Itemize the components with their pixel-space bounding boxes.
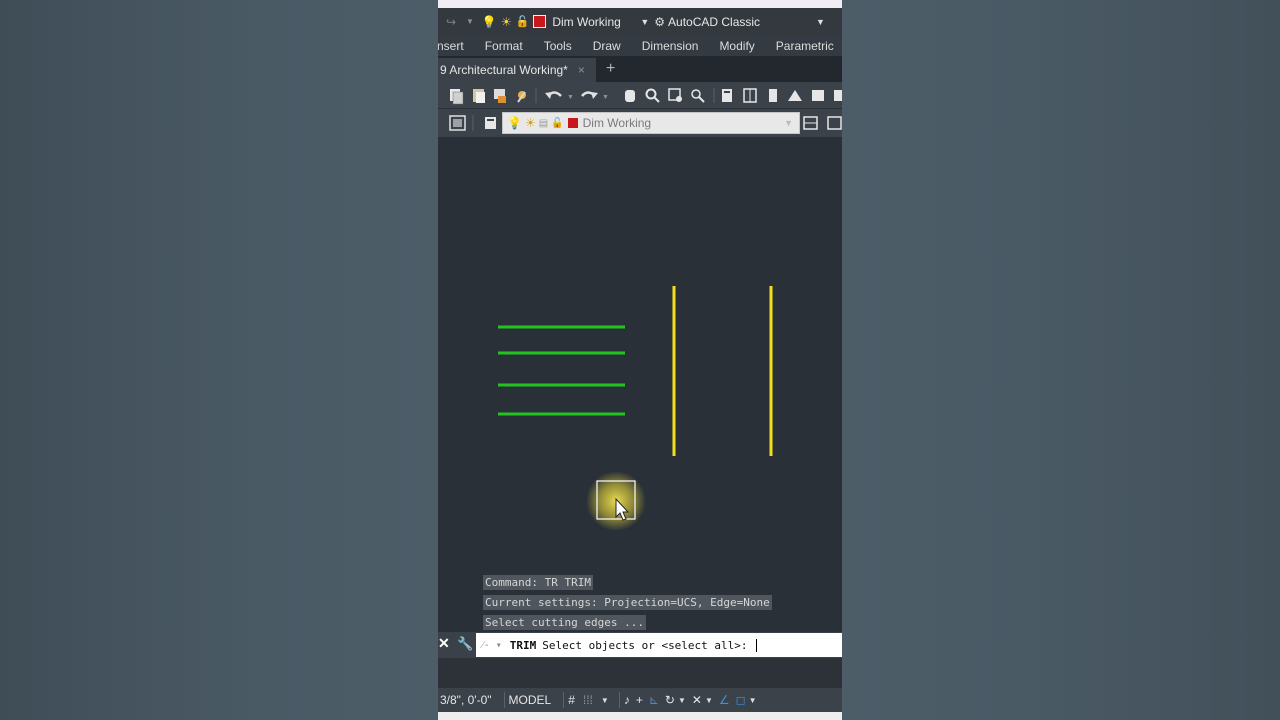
lock-icon[interactable]: 🔓 <box>551 118 563 129</box>
dropdown-arrow-icon[interactable]: ▼ <box>466 17 474 26</box>
status-separator <box>563 692 565 708</box>
snap-icon[interactable]: ⁞⁞⁞ <box>583 693 593 707</box>
layer-previous-icon[interactable] <box>449 115 466 131</box>
sheet-set-icon[interactable] <box>788 90 802 101</box>
lock-icon[interactable]: 🔓 <box>516 15 530 28</box>
markup-icon[interactable] <box>812 90 824 101</box>
viewport-freeze-icon[interactable]: ▤ <box>539 118 548 129</box>
redo-icon[interactable]: ↪ <box>438 15 466 29</box>
zoom-realtime-icon[interactable] <box>645 88 660 103</box>
workspace-dropdown-arrow-icon[interactable]: ▼ <box>816 17 825 27</box>
redo-icon[interactable] <box>581 91 598 99</box>
undo-icon[interactable] <box>545 91 562 99</box>
layout-tabs-area <box>438 658 842 688</box>
freeze-sun-icon[interactable]: ☀ <box>525 116 536 130</box>
new-tab-icon[interactable]: + <box>606 60 615 78</box>
brush-icon[interactable] <box>517 91 526 103</box>
layer-dropdown-arrow-icon[interactable]: ▼ <box>640 17 649 27</box>
autocad-window: ↪ ▼ 💡 ☀ 🔓 Dim Working ▼ ⚙ AutoCAD Classi… <box>438 0 842 720</box>
command-history-line: Command: TR TRIM <box>483 575 593 590</box>
grid-icon[interactable]: # <box>568 693 575 707</box>
layer-combo[interactable]: 💡 ☀ ▤ 🔓 Dim Working ▼ <box>502 112 800 134</box>
tab-architectural-working[interactable]: 9 Architectural Working* × <box>438 58 596 82</box>
redo-dropdown-icon: ▼ <box>602 94 609 101</box>
layer-color-swatch <box>533 15 547 28</box>
design-center-icon[interactable] <box>743 88 757 103</box>
paste-icon[interactable] <box>473 89 485 103</box>
tab-label: 9 Architectural Working* <box>440 63 568 77</box>
isodraft-dropdown-icon[interactable]: ▼ <box>705 696 713 705</box>
background-left <box>0 0 438 720</box>
close-command-line-icon[interactable]: ✕ <box>438 635 450 652</box>
layer-color-swatch <box>567 118 578 128</box>
top-strip <box>438 0 842 8</box>
gear-icon: ⚙ <box>654 14 666 29</box>
command-line-bar: ✕ 🔧 ⁄- ▾ TRIM Select objects or <select … <box>438 632 842 658</box>
command-history-line: Select cutting edges ... <box>483 615 646 630</box>
layer-combo-name: Dim Working <box>582 116 652 130</box>
dynamic-input-icon[interactable]: + <box>636 693 643 707</box>
layer-combo-arrow-icon[interactable]: ▼ <box>784 118 793 128</box>
coordinates-readout: 3/8", 0'-0" <box>440 693 492 707</box>
match-properties-icon[interactable] <box>494 89 506 103</box>
object-snap-icon[interactable]: ◻ <box>736 693 746 707</box>
menu-parametric[interactable]: Parametric <box>765 39 842 53</box>
infer-constraints-icon[interactable]: ♪ <box>624 693 630 707</box>
layers-toolbar: 💡 ☀ ▤ 🔓 Dim Working ▼ <box>438 109 842 137</box>
command-prompt-icon[interactable]: ⁄- ▾ <box>482 640 502 651</box>
snap-dropdown-icon[interactable]: ▼ <box>601 696 609 705</box>
status-bar: 3/8", 0'-0" MODEL # ⁞⁞⁞ ▼ ♪ + ⊾ ↻ ▼ ✕ ▼ … <box>438 688 842 712</box>
ortho-icon[interactable]: ⊾ <box>649 693 659 707</box>
status-separator <box>618 692 620 708</box>
menu-tools[interactable]: Tools <box>533 39 582 53</box>
polar-tracking-icon[interactable]: ↻ <box>665 693 675 707</box>
pan-hand-icon[interactable] <box>625 90 635 102</box>
bottom-strip <box>438 712 842 720</box>
workspace-dropdown[interactable]: AutoCAD Classic <box>668 15 816 29</box>
command-name: TRIM <box>509 638 537 652</box>
status-separator <box>503 692 505 708</box>
zoom-window-icon[interactable] <box>668 88 682 102</box>
standard-toolbar: ▼ ▼ <box>438 82 842 109</box>
menu-insert[interactable]: nsert <box>438 39 474 53</box>
drawing-canvas[interactable]: Command: TR TRIM Current settings: Proje… <box>438 137 842 631</box>
customize-wrench-icon[interactable]: 🔧 <box>457 636 473 652</box>
menu-modify[interactable]: Modify <box>708 39 764 53</box>
object-snap-dropdown-icon[interactable]: ▼ <box>749 696 757 705</box>
text-caret <box>755 638 757 652</box>
menu-format[interactable]: Format <box>474 39 533 53</box>
menu-draw[interactable]: Draw <box>582 39 631 53</box>
layer-dropdown[interactable]: Dim Working <box>552 15 640 29</box>
polar-dropdown-icon[interactable]: ▼ <box>678 696 686 705</box>
isodraft-icon[interactable]: ✕ <box>692 693 702 707</box>
command-history-line: Current settings: Projection=UCS, Edge=N… <box>483 595 772 610</box>
tool-palettes-icon[interactable] <box>769 89 777 102</box>
command-input[interactable]: ⁄- ▾ TRIM Select objects or <select all>… <box>476 633 842 657</box>
calculator-icon[interactable] <box>834 90 842 101</box>
undo-dropdown-icon: ▼ <box>567 94 574 101</box>
background-right <box>842 0 1280 720</box>
layer-properties-icon[interactable] <box>485 117 496 129</box>
menu-bar: nsert Format Tools Draw Dimension Modify… <box>438 35 842 56</box>
close-tab-icon[interactable]: × <box>578 63 585 77</box>
properties-icon[interactable] <box>722 89 732 102</box>
zoom-previous-icon[interactable] <box>691 89 705 103</box>
layer-on-bulb-icon[interactable]: 💡 <box>482 15 497 29</box>
layer-on-bulb-icon[interactable]: 💡 <box>507 116 522 130</box>
command-prompt-text: Select objects or <select all>: <box>542 638 748 652</box>
model-space-button[interactable]: MODEL <box>509 693 552 707</box>
object-snap-tracking-icon[interactable]: ∠ <box>719 693 730 707</box>
file-tab-bar: 9 Architectural Working* × + <box>438 56 842 82</box>
quick-access-toolbar: ↪ ▼ 💡 ☀ 🔓 Dim Working ▼ ⚙ AutoCAD Classi… <box>438 8 842 35</box>
freeze-sun-icon[interactable]: ☀ <box>501 15 512 29</box>
menu-dimension[interactable]: Dimension <box>631 39 709 53</box>
copy-icon[interactable] <box>450 89 464 105</box>
